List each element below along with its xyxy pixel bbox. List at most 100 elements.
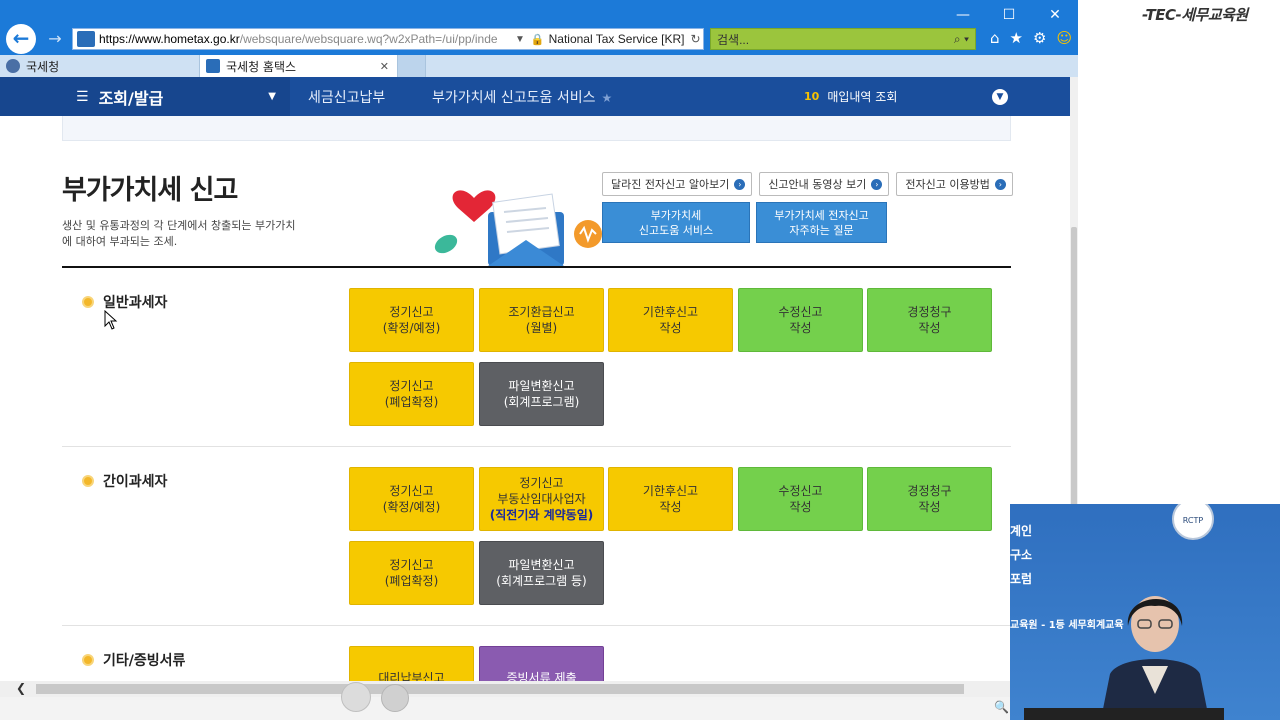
floating-circle-button[interactable] [341, 682, 371, 712]
url-text: https://www.hometax.go.kr/websquare/webs… [99, 32, 509, 46]
floating-chat-button[interactable] [381, 684, 409, 712]
section-label: 기타/증빙서류 [82, 650, 185, 670]
button-line: 정기신고 [389, 558, 434, 572]
button-line: 부가가치세 [650, 208, 702, 222]
button-line: (직전기와 계약동일) [489, 508, 594, 522]
page-description: 생산 및 유통과정의 각 단계에서 창출되는 부가가치에 대하여 부과되는 조세… [62, 219, 296, 248]
button-line: 정기신고 [389, 484, 434, 498]
nts-emblem-icon [6, 59, 20, 73]
quick-label: 매입내역 조회 [827, 90, 898, 104]
home-icon[interactable]: ⌂ [990, 29, 1000, 47]
general-early-refund-button[interactable]: 조기환급신고 (월별) [479, 288, 604, 352]
general-late-filing-button[interactable]: 기한후신고 작성 [608, 288, 733, 352]
favorite-star-icon[interactable]: ★ [601, 91, 612, 105]
general-file-conversion-button[interactable]: 파일변환신고 (회계프로그램) [479, 362, 604, 426]
page-title: 부가가치세 신고 [62, 175, 238, 206]
quick-purchase-lookup[interactable]: 10 매입내역 조회 [804, 88, 897, 105]
button-line: 수정신고 [778, 484, 823, 498]
section-title: 간이과세자 [103, 474, 168, 490]
overlay-background [1078, 0, 1280, 504]
button-line: 작성 [659, 321, 682, 335]
scroll-thumb[interactable] [36, 684, 964, 694]
address-dropdown-icon[interactable]: ▼ [515, 34, 525, 45]
tab-close-icon[interactable]: ✕ [380, 60, 389, 73]
simplified-late-filing-button[interactable]: 기한후신고 작성 [608, 467, 733, 531]
page-content: 부가가치세 신고 생산 및 유통과정의 각 단계에서 창출되는 부가가치에 대하… [0, 116, 1070, 681]
site-favicon-icon [77, 31, 95, 47]
guide-video-button[interactable]: 신고안내 동영상 보기 › [759, 172, 890, 196]
button-line: 부가가치세 전자신고 [774, 208, 869, 222]
forward-button[interactable]: → [44, 28, 66, 50]
button-line: 정기신고 [389, 379, 434, 393]
tab-nts[interactable]: 국세청 [0, 55, 200, 77]
mouse-cursor-icon [104, 310, 118, 330]
reload-icon[interactable]: ↻ [690, 32, 700, 46]
arrow-right-icon: › [871, 178, 883, 190]
section-title: 기타/증빙서류 [103, 653, 186, 669]
back-button[interactable]: ← [6, 24, 36, 54]
button-line: 작성 [918, 321, 941, 335]
site-identity[interactable]: National Tax Service [KR] [549, 32, 685, 46]
breadcrumb-vat-help[interactable]: 부가가치세 신고도움 서비스 ★ [414, 87, 794, 107]
efiling-howto-button[interactable]: 전자신고 이용방법 › [896, 172, 1013, 196]
submit-evidence-button[interactable]: 증빙서류 제출 [479, 646, 604, 681]
menu-caret-icon: ▼ [268, 91, 276, 102]
favorites-star-icon[interactable]: ★ [1010, 29, 1023, 47]
button-line: 수정신고 [778, 305, 823, 319]
lecturer-video: 계인 구소 포럼 교육원 - 1등 세무회계교육 RCTP [1010, 504, 1280, 720]
button-line: 파일변환신고 [508, 379, 575, 393]
simplified-real-estate-filing-button[interactable]: 정기신고 부동산임대사업자 (직전기와 계약동일) [479, 467, 604, 531]
tab-hometax[interactable]: 국세청 홈택스 ✕ [200, 55, 398, 77]
main-menu-button[interactable]: ☰ 조회/발급 ▼ [0, 77, 290, 116]
search-placeholder: 검색... [717, 32, 750, 47]
section-divider [62, 266, 1011, 268]
expand-chevron-icon[interactable]: ▼ [992, 89, 1008, 105]
general-amended-filing-button[interactable]: 수정신고 작성 [738, 288, 863, 352]
search-input[interactable]: 검색... ⌕ ▾ [710, 28, 976, 50]
close-window-button[interactable]: ✕ [1032, 4, 1078, 26]
lock-icon: 🔒 [530, 33, 545, 46]
vat-help-service-button[interactable]: 부가가치세 신고도움 서비스 [602, 202, 750, 243]
video-text: 포럼 [1010, 572, 1033, 586]
vat-faq-button[interactable]: 부가가치세 전자신고 자주하는 질문 [756, 202, 887, 243]
smiley-icon[interactable]: ☺ [1056, 29, 1072, 47]
simplified-correction-claim-button[interactable]: 경정청구 작성 [867, 467, 992, 531]
hamburger-icon: ☰ [76, 88, 89, 105]
general-regular-filing-button[interactable]: 정기신고 (확정/예정) [349, 288, 474, 352]
simplified-regular-filing-button[interactable]: 정기신고 (확정/예정) [349, 467, 474, 531]
address-bar[interactable]: https://www.hometax.go.kr/websquare/webs… [72, 28, 704, 50]
url-path: /websquare/websquare.wq?w2xPath=/ui/pp/i… [239, 32, 498, 46]
tab-label: 국세청 홈택스 [226, 59, 297, 74]
forward-arrow-icon: → [48, 29, 62, 48]
button-line: (폐업확정) [384, 574, 439, 588]
breadcrumb-tax-filing[interactable]: 세금신고납부 [290, 87, 414, 107]
search-icon[interactable]: ⌕ ▾ [954, 32, 969, 47]
button-line: 신고도움 서비스 [638, 223, 714, 237]
section-divider [62, 625, 1011, 626]
simplified-amended-filing-button[interactable]: 수정신고 작성 [738, 467, 863, 531]
minimize-button[interactable]: — [940, 4, 986, 26]
new-tab-button[interactable] [398, 55, 426, 77]
simplified-closure-filing-button[interactable]: 정기신고 (폐업확정) [349, 541, 474, 605]
settings-gear-icon[interactable]: ⚙ [1033, 29, 1046, 47]
button-line: (월별) [525, 321, 558, 335]
service-button-group: 부가가치세 신고도움 서비스 부가가치세 전자신고 자주하는 질문 [602, 202, 887, 243]
simplified-file-conversion-button[interactable]: 파일변환신고 (회계프로그램 등) [479, 541, 604, 605]
horizontal-scrollbar[interactable]: ❮ [0, 681, 1010, 697]
proxy-payment-filing-button[interactable]: 대리납부신고 [349, 646, 474, 681]
button-line: 기한후신고 [642, 484, 699, 498]
whats-new-efiling-button[interactable]: 달라진 전자신고 알아보기 › [602, 172, 753, 196]
browser-toolbar-icons: ⌂ ★ ⚙ ☺ [990, 29, 1072, 47]
section-label: 간이과세자 [82, 471, 167, 491]
window-controls: — ☐ ✕ [940, 4, 1078, 26]
bullet-icon [82, 296, 94, 308]
zoom-icon[interactable]: 🔍 [994, 700, 1009, 714]
general-closure-filing-button[interactable]: 정기신고 (폐업확정) [349, 362, 474, 426]
section-title: 일반과세자 [103, 295, 168, 311]
button-line: 조기환급신고 [508, 305, 575, 319]
maximize-button[interactable]: ☐ [986, 4, 1032, 26]
general-correction-claim-button[interactable]: 경정청구 작성 [867, 288, 992, 352]
desk [1024, 708, 1224, 720]
scroll-left-icon[interactable]: ❮ [16, 681, 26, 695]
url-host: https://www.hometax.go.kr [99, 32, 240, 46]
